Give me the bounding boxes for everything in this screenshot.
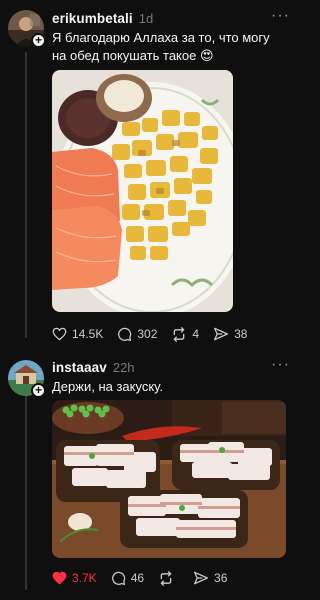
username[interactable]: instaaav	[52, 360, 107, 375]
post-photo[interactable]	[52, 70, 233, 312]
thread-line	[25, 394, 27, 590]
share-button[interactable]: 36	[193, 571, 227, 585]
more-icon[interactable]: ···	[271, 8, 290, 24]
follow-plus-icon[interactable]: +	[31, 33, 46, 48]
like-count: 14.5K	[72, 327, 104, 341]
post-time: 22h	[112, 359, 135, 375]
like-count: 3.7K	[72, 571, 97, 585]
more-icon[interactable]: ···	[271, 357, 290, 373]
comment-icon	[111, 571, 125, 585]
comment-icon	[118, 327, 132, 341]
username[interactable]: erikumbetali	[52, 11, 133, 26]
thread-post[interactable]: + instaaav 22h ··· Держи, на закуску. 3.…	[0, 352, 300, 600]
heart-icon	[52, 327, 67, 341]
follow-plus-icon[interactable]: +	[31, 383, 46, 398]
like-button[interactable]: 14.5K	[52, 327, 103, 341]
like-button[interactable]: 3.7K	[52, 571, 97, 585]
thread-line	[25, 52, 27, 338]
comment-count: 302	[137, 327, 158, 341]
repost-button[interactable]	[158, 570, 179, 586]
post-text: Держи, на закуску.	[52, 379, 163, 394]
heart-icon	[52, 571, 67, 585]
thread-post[interactable]: + erikumbetali 1d ··· Я благодарю Аллаха…	[0, 0, 300, 352]
repost-icon	[174, 326, 185, 342]
repost-count: 4	[192, 327, 200, 341]
comment-button[interactable]: 46	[111, 571, 144, 586]
share-count: 38	[234, 327, 248, 341]
share-icon	[214, 327, 229, 341]
post-time: 1d	[138, 10, 154, 26]
repost-button[interactable]: 4	[171, 326, 200, 342]
share-count: 36	[214, 571, 228, 585]
repost-icon	[160, 570, 172, 586]
share-icon	[194, 571, 209, 585]
share-button[interactable]: 38	[213, 327, 247, 341]
comment-count: 46	[130, 571, 145, 585]
post-photo[interactable]	[52, 400, 286, 558]
post-text: Я благодарю Аллаха за то, что могу на об…	[52, 30, 270, 63]
comment-button[interactable]: 302	[117, 327, 157, 342]
